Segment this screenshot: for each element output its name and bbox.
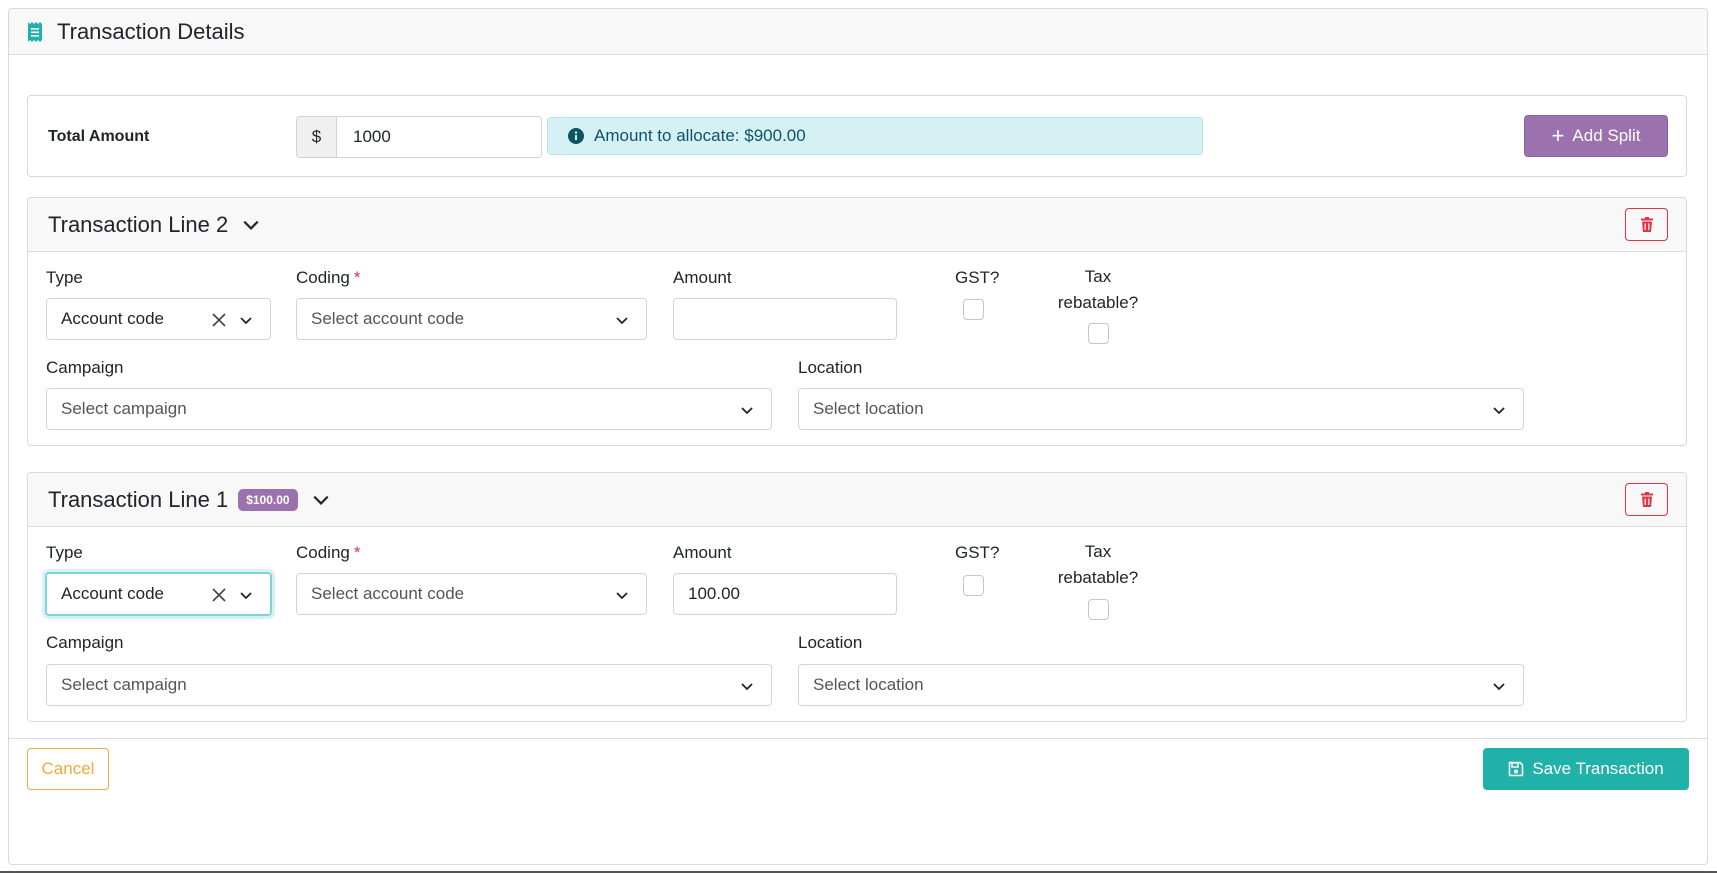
chevron-down-icon (240, 317, 252, 325)
amount-to-allocate-text: Amount to allocate: $900.00 (594, 126, 806, 145)
campaign-label: Campaign (46, 358, 124, 377)
total-amount-label: Total Amount (48, 128, 150, 145)
required-mark: * (353, 543, 361, 562)
coding-select[interactable]: Select account code (296, 298, 647, 340)
chevron-down-icon[interactable] (312, 491, 330, 509)
trash-icon (1640, 217, 1653, 232)
location-select-placeholder: Select location (813, 675, 924, 694)
tax-rebatable-checkbox[interactable] (1088, 323, 1109, 344)
close-icon[interactable] (210, 311, 228, 329)
save-transaction-label: Save Transaction (1532, 759, 1664, 778)
save-transaction-button[interactable]: Save Transaction (1483, 748, 1689, 790)
transaction-details-card: Transaction Details Total Amount $ 1000 … (8, 8, 1708, 865)
total-amount-section: Total Amount $ 1000 Amount to allocate: … (27, 95, 1687, 177)
info-icon (568, 128, 584, 144)
coding-label-text: Coding (296, 543, 350, 562)
amount-input-value: 100.00 (688, 584, 740, 603)
add-split-label: Add Split (1572, 126, 1641, 145)
tax-rebatable-label: Tax rebatable? (1057, 542, 1139, 587)
type-select[interactable]: Account code (46, 298, 271, 340)
chevron-down-icon (240, 592, 252, 600)
tax-rebatable-label: Tax rebatable? (1057, 267, 1139, 312)
amount-label: Amount (673, 543, 732, 562)
type-select-value: Account code (61, 309, 165, 328)
type-select[interactable]: Account code (45, 572, 272, 616)
coding-select-placeholder: Select account code (311, 584, 465, 603)
amount-label: Amount (673, 268, 732, 287)
total-amount-input-group: $ 1000 (296, 116, 542, 158)
add-split-button[interactable]: + Add Split (1524, 115, 1668, 157)
tax-rebatable-checkbox[interactable] (1088, 599, 1109, 620)
campaign-select[interactable]: Select campaign (46, 388, 772, 430)
delete-line-button[interactable] (1625, 483, 1668, 516)
location-select[interactable]: Select location (798, 664, 1524, 706)
transaction-line-header[interactable]: Transaction Line 1 $100.00 (28, 473, 1686, 527)
chevron-down-icon (741, 683, 753, 691)
type-select-value: Account code (61, 584, 165, 603)
chevron-down-icon (741, 407, 753, 415)
trash-icon (1640, 492, 1653, 507)
amount-input[interactable]: 100.00 (673, 573, 897, 615)
delete-line-button[interactable] (1625, 208, 1668, 241)
receipt-icon (28, 21, 42, 42)
type-label: Type (46, 268, 83, 287)
coding-select[interactable]: Select account code (296, 573, 647, 615)
amount-input[interactable] (673, 298, 897, 340)
campaign-select-placeholder: Select campaign (61, 399, 187, 418)
chevron-down-icon (1493, 407, 1505, 415)
campaign-select-placeholder: Select campaign (61, 675, 187, 694)
plus-icon: + (1551, 123, 1565, 148)
gst-label: GST? (955, 268, 1000, 287)
line-amount-badge: $100.00 (238, 488, 298, 511)
coding-select-placeholder: Select account code (311, 309, 465, 328)
gst-label: GST? (955, 543, 1000, 562)
chevron-down-icon[interactable] (242, 216, 260, 234)
transaction-line-card: Transaction Line 1 $100.00 Type Account … (27, 472, 1687, 722)
chevron-down-icon (1493, 683, 1505, 691)
location-label: Location (798, 358, 863, 377)
type-label: Type (46, 543, 83, 562)
save-icon (1509, 761, 1524, 777)
chevron-down-icon (616, 317, 628, 325)
transaction-line-title: Transaction Line 1 (48, 486, 229, 512)
transaction-line-title: Transaction Line 2 (48, 211, 229, 237)
chevron-down-icon (616, 592, 628, 600)
card-header: Transaction Details (9, 9, 1707, 55)
card-footer: Cancel Save Transaction (9, 738, 1707, 795)
total-amount-input[interactable]: 1000 (337, 117, 541, 157)
currency-prefix: $ (297, 117, 337, 157)
location-select-placeholder: Select location (813, 399, 924, 418)
location-select[interactable]: Select location (798, 388, 1524, 430)
location-label: Location (798, 633, 863, 652)
transaction-line-card: Transaction Line 2 Type Account code Cod… (27, 197, 1687, 446)
required-mark: * (353, 268, 361, 287)
coding-label-text: Coding (296, 268, 350, 287)
gst-checkbox[interactable] (963, 575, 984, 596)
campaign-label: Campaign (46, 633, 124, 652)
campaign-select[interactable]: Select campaign (46, 664, 772, 706)
cancel-button[interactable]: Cancel (27, 748, 109, 790)
transaction-line-header[interactable]: Transaction Line 2 (28, 198, 1686, 252)
amount-to-allocate-alert: Amount to allocate: $900.00 (547, 117, 1203, 155)
page-title: Transaction Details (57, 18, 245, 44)
coding-label: Coding * (296, 268, 361, 288)
coding-label: Coding * (296, 543, 361, 563)
close-icon[interactable] (210, 586, 228, 604)
gst-checkbox[interactable] (963, 299, 984, 320)
